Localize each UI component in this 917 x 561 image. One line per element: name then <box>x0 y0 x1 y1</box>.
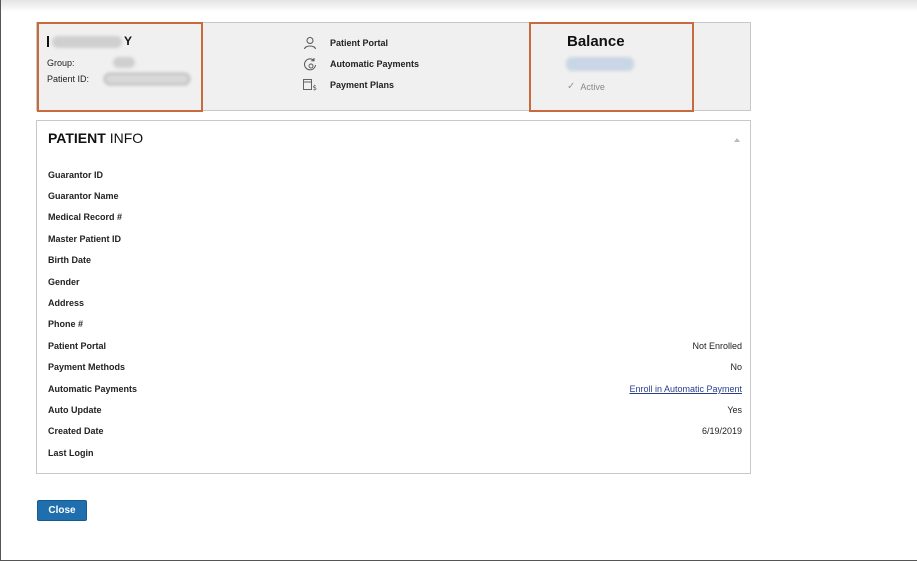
window-top-edge <box>0 0 917 12</box>
patient-portal-link[interactable]: Patient Portal <box>302 36 388 50</box>
payment-plans-label: Payment Plans <box>330 80 395 90</box>
info-row-medical-record: Medical Record # <box>48 212 123 222</box>
frame-border-left <box>0 0 1 561</box>
info-row-guarantor-name: Guarantor Name <box>48 191 119 201</box>
patient-portal-label: Patient Portal <box>330 38 389 48</box>
svg-text:$: $ <box>312 84 316 92</box>
automatic-payments-link[interactable]: Automatic Payments <box>302 57 419 71</box>
info-row-auto-update: Auto Update Yes <box>48 405 742 415</box>
info-row-automatic-payments: Automatic Payments Enroll in Automatic Pa… <box>48 384 742 394</box>
info-row-payment-methods: Payment Methods No <box>48 362 742 372</box>
info-row-gender: Gender <box>48 277 80 287</box>
info-row-patient-portal: Patient Portal Not Enrolled <box>48 341 742 351</box>
info-row-created-date: Created Date 6/19/2019 <box>48 426 742 436</box>
automatic-payments-label: Automatic Payments <box>330 59 420 69</box>
close-button[interactable]: Close <box>37 500 87 521</box>
calendar-dollar-icon: $ <box>302 78 318 92</box>
collapse-icon[interactable] <box>734 138 740 142</box>
info-row-birth-date: Birth Date <box>48 255 92 265</box>
patient-identity-highlight <box>37 22 203 112</box>
balance-highlight <box>529 22 694 112</box>
info-row-address: Address <box>48 298 85 308</box>
info-row-last-login: Last Login <box>48 448 94 458</box>
autopay-icon <box>302 57 318 71</box>
info-row-master-patient-id: Master Patient ID <box>48 234 122 244</box>
patient-info-title: PATIENT INFO <box>48 130 144 146</box>
info-row-guarantor-id: Guarantor ID <box>48 170 104 180</box>
user-icon <box>302 36 318 50</box>
enroll-automatic-payment-link[interactable]: Enroll in Automatic Payment <box>629 384 742 394</box>
info-row-phone: Phone # <box>48 319 84 329</box>
patient-info-panel: PATIENT INFO Guarantor ID Guarantor Name… <box>36 120 751 474</box>
payment-plans-link[interactable]: $ Payment Plans <box>302 78 394 92</box>
